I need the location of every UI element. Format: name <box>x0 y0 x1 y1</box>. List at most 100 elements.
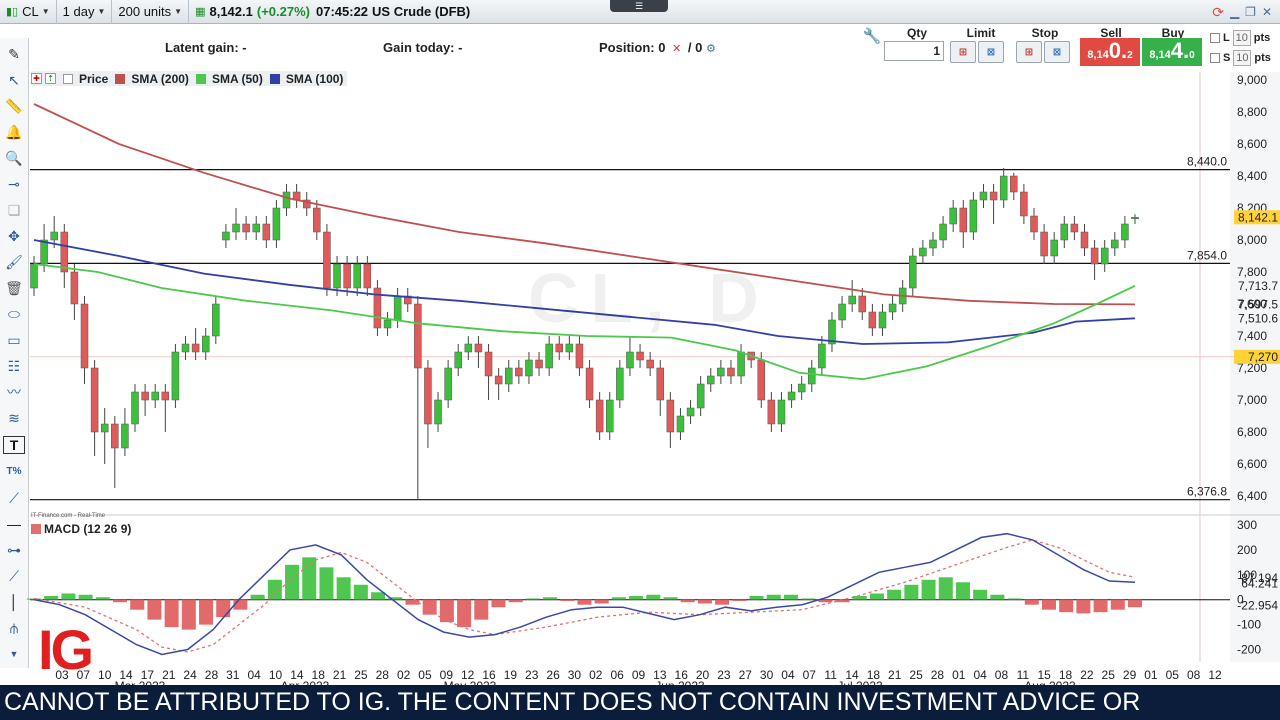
macd-swatch <box>31 524 41 534</box>
candle-body <box>606 399 614 433</box>
data-source: IT-Finance.com - Real-Time <box>31 513 106 519</box>
x-tick-label: 21 <box>888 668 902 682</box>
candle-body <box>999 175 1008 201</box>
candle-body <box>181 343 190 353</box>
legend-sma50[interactable]: SMA (50) <box>212 72 263 86</box>
candle-body <box>1020 191 1028 217</box>
horizontal-level-label: 6,376.8 <box>1187 485 1227 499</box>
candle-body <box>929 239 937 249</box>
candle-body <box>353 263 361 289</box>
macd-histogram-bar <box>543 597 558 600</box>
macd-histogram-bar <box>869 593 884 600</box>
last-value-tag: 7,510.6 <box>1238 311 1278 325</box>
price-chart[interactable]: 6,4006,6006,8007,0007,2007,4007,6007,800… <box>0 0 1280 685</box>
x-tick-label: 30 <box>760 668 774 682</box>
macd-histogram-bar <box>216 599 231 618</box>
x-tick-label: 30 <box>568 668 582 682</box>
candle-body <box>212 303 220 337</box>
candle-body <box>595 399 604 433</box>
macd-histogram-bar <box>1024 599 1039 605</box>
candle-body <box>30 263 38 289</box>
macd-histogram-bar <box>457 599 472 628</box>
macd-histogram-bar <box>732 599 747 601</box>
macd-histogram-bar <box>938 577 953 600</box>
candle-body <box>131 391 139 425</box>
macd-histogram-bar <box>921 579 936 600</box>
candle-body <box>50 231 58 241</box>
candle-body <box>989 191 998 201</box>
macd-histogram-bar <box>336 577 351 600</box>
macd-histogram-bar <box>130 599 145 610</box>
x-tick-label: 01 <box>1144 668 1158 682</box>
candle-body <box>777 399 786 425</box>
x-tick-label: 04 <box>973 668 987 682</box>
macd-histogram-bar <box>353 584 368 600</box>
collapse-icon[interactable]: ✚ <box>31 73 42 84</box>
macd-histogram-bar <box>164 599 179 628</box>
candle-body <box>939 223 947 241</box>
candle-body <box>111 423 119 449</box>
macd-histogram-bar <box>646 594 661 600</box>
macd-histogram-bar <box>560 599 575 601</box>
macd-y-tick-label: 300 <box>1237 518 1257 532</box>
candle-body <box>1121 223 1129 241</box>
macd-histogram-bar <box>697 599 712 604</box>
macd-histogram-bar <box>801 598 816 600</box>
candle-body <box>121 423 129 449</box>
macd-histogram-bar <box>1093 599 1108 613</box>
legend-sma100[interactable]: SMA (100) <box>286 72 344 86</box>
macd-histogram-bar <box>1110 599 1125 610</box>
candle-body <box>696 383 705 409</box>
x-tick-label: 05 <box>1166 668 1180 682</box>
x-tick-label: 28 <box>376 668 390 682</box>
macd-histogram-bar <box>990 594 1005 600</box>
ig-logo: IG <box>38 618 94 681</box>
macd-panel-bg <box>30 520 1230 662</box>
candle-body <box>757 359 766 401</box>
last-value-tag: 7,713.7 <box>1238 279 1278 293</box>
candle-body <box>868 311 877 329</box>
candle-body <box>1090 247 1099 265</box>
candle-body <box>161 391 170 401</box>
expand-icon[interactable]: ⇡ <box>45 73 56 84</box>
y-tick-label: 7,800 <box>1237 265 1267 279</box>
macd-histogram-bar <box>887 589 902 600</box>
candle-body <box>100 423 109 433</box>
candle-body <box>1050 239 1058 257</box>
candle-body <box>686 407 695 417</box>
macd-histogram-bar <box>680 599 695 603</box>
y-tick-label: 8,800 <box>1237 105 1267 119</box>
candle-body <box>919 247 927 257</box>
legend-sma200[interactable]: SMA (200) <box>131 72 189 86</box>
candle-body <box>201 335 210 353</box>
candle-body <box>1030 215 1038 233</box>
macd-histogram-bar <box>715 599 730 605</box>
candle-body <box>313 207 321 233</box>
x-tick-label: 29 <box>1123 668 1137 682</box>
macd-histogram-bar <box>474 599 489 620</box>
sma50-swatch <box>195 73 206 84</box>
legend-macd[interactable]: MACD (12 26 9) <box>44 522 131 536</box>
macd-y-tick-label: -200 <box>1237 643 1261 657</box>
candle-body <box>808 367 816 385</box>
last-value-tag: 7,597.5 <box>1238 297 1278 311</box>
macd-last-value: 87.194 <box>1241 571 1278 585</box>
macd-histogram-bar <box>904 584 919 600</box>
candle-body <box>515 367 523 377</box>
candle-body <box>252 223 260 233</box>
macd-histogram-bar <box>955 582 970 600</box>
y-tick-label: 6,600 <box>1237 457 1267 471</box>
candle-body <box>1080 231 1089 249</box>
candle-body <box>343 263 351 289</box>
chart-watermark: CL, D <box>528 259 771 337</box>
candle-body <box>878 311 887 329</box>
legend-price[interactable]: Price <box>79 72 108 86</box>
candle-body <box>858 295 867 313</box>
macd-histogram-bar <box>749 595 764 600</box>
macd-histogram-bar <box>611 597 626 600</box>
x-tick-label: 01 <box>952 668 966 682</box>
candle-body <box>646 359 654 369</box>
candle-body <box>797 383 806 393</box>
horizontal-level-label: 8,440.0 <box>1187 155 1227 169</box>
candle-body <box>222 231 230 241</box>
